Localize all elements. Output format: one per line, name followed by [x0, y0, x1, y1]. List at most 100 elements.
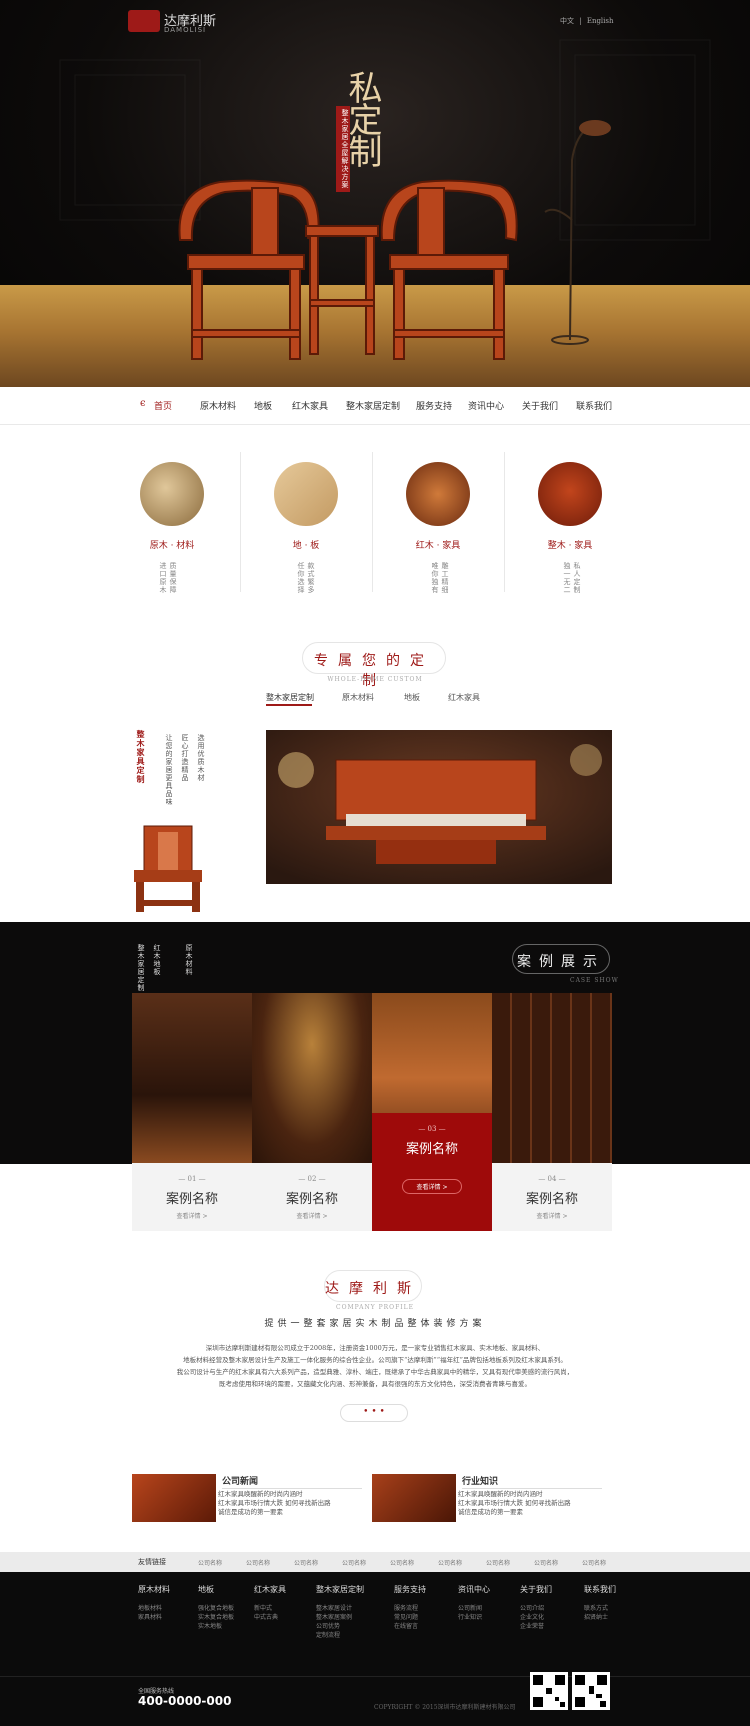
footer-col-head[interactable]: 原木材料 — [138, 1584, 170, 1595]
about-more-button[interactable]: • • • — [340, 1404, 408, 1422]
case-tab-wood[interactable]: 整木家居定制 — [136, 944, 146, 992]
case-card-1[interactable]: — 01 — 案例名称 查看详情 > — [132, 1163, 252, 1231]
news-item[interactable]: 红木家具市场行情大跌 如何寻找新出路 — [458, 1499, 571, 1508]
friend-link[interactable]: 公司名称 — [486, 1558, 510, 1567]
lang-cn-link[interactable]: 中文 — [560, 17, 574, 25]
category-title[interactable]: 原木 · 材料 — [132, 538, 212, 551]
footer-link[interactable]: 中式古典 — [254, 1613, 278, 1622]
footer-link[interactable]: 整木家居设计 — [316, 1604, 352, 1613]
footer-link[interactable]: 实木复合地板 — [198, 1613, 234, 1622]
category-image-floor[interactable] — [274, 462, 338, 526]
news-item[interactable]: 红木家具唤醒新的时尚内涵时 — [218, 1490, 331, 1499]
case-more-link[interactable]: 查看详情 > — [132, 1211, 252, 1220]
footer-link[interactable]: 行业知识 — [458, 1613, 482, 1622]
tab-wood[interactable]: 原木材料 — [342, 692, 374, 703]
nav-item-furniture[interactable]: 红木家具 — [292, 399, 328, 412]
tab-floor[interactable]: 地板 — [404, 692, 420, 703]
case-more-button[interactable]: 查看详情 > — [402, 1179, 462, 1194]
footer-col-head[interactable]: 资讯中心 — [458, 1584, 490, 1595]
category-title[interactable]: 整木 · 家具 — [530, 538, 610, 551]
nav-item-service[interactable]: 服务支持 — [416, 399, 452, 412]
friend-link[interactable]: 公司名称 — [534, 1558, 558, 1567]
case-card-3-active[interactable]: — 03 — 案例名称 查看详情 > — [372, 1113, 492, 1231]
friend-link[interactable]: 公司名称 — [342, 1558, 366, 1567]
news-item[interactable]: 红木家具市场行情大跌 如何寻找新出路 — [218, 1499, 331, 1508]
news-item[interactable]: 诚信是成功的第一要素 — [218, 1508, 331, 1517]
footer-col-head[interactable]: 整木家居定制 — [316, 1584, 364, 1595]
nav-item-home[interactable]: 首页 — [154, 399, 172, 412]
hotline-number: 400-0000-000 — [138, 1694, 232, 1708]
footer-link[interactable]: 公司优势 — [316, 1622, 352, 1631]
copyright: COPYRIGHT © 2015深圳市达摩利斯建材有限公司 — [374, 1704, 516, 1711]
tab-furniture[interactable]: 红木家具 — [448, 692, 480, 703]
lang-en-link[interactable]: English — [587, 17, 614, 25]
footer-link[interactable]: 企业荣誉 — [520, 1622, 544, 1631]
nav-item-contact[interactable]: 联系我们 — [576, 399, 612, 412]
case-title-frame: 案例展示 — [512, 944, 610, 974]
footer-link[interactable]: 家具材料 — [138, 1613, 162, 1622]
category-image-furniture[interactable] — [406, 462, 470, 526]
footer-link[interactable]: 地板材料 — [138, 1604, 162, 1613]
news-heading-company[interactable]: 公司新闻 — [222, 1474, 258, 1487]
nav-item-custom[interactable]: 整木家居定制 — [346, 399, 400, 412]
custom-side-line: 让您的家居更具品味 — [165, 734, 173, 806]
friend-link[interactable]: 公司名称 — [246, 1558, 270, 1567]
footer-col: 公司新闻 行业知识 — [458, 1604, 482, 1622]
case-photo-4[interactable] — [492, 993, 612, 1163]
footer-link[interactable]: 实木地板 — [198, 1622, 234, 1631]
news-thumb-company[interactable] — [132, 1474, 216, 1522]
footer-col-head[interactable]: 关于我们 — [520, 1584, 552, 1595]
custom-showcase-photo[interactable] — [266, 730, 612, 884]
news-thumb-industry[interactable] — [372, 1474, 456, 1522]
nav-item-news[interactable]: 资讯中心 — [468, 399, 504, 412]
custom-side-line: 匠心打造精品 — [181, 734, 189, 782]
footer-col-head[interactable]: 联系我们 — [584, 1584, 616, 1595]
hero-subtitle: 整木家居全屋解决方案 — [336, 106, 350, 192]
footer-link[interactable]: 常见问题 — [394, 1613, 418, 1622]
footer-col: 公司介绍 企业文化 企业荣誉 — [520, 1604, 544, 1631]
friend-link[interactable]: 公司名称 — [438, 1558, 462, 1567]
footer-link[interactable]: 公司新闻 — [458, 1604, 482, 1613]
case-card-2[interactable]: — 02 — 案例名称 查看详情 > — [252, 1163, 372, 1231]
category-title[interactable]: 地 · 板 — [266, 538, 346, 551]
category-desc: 唯你独有 — [431, 562, 439, 594]
category-image-wood[interactable] — [140, 462, 204, 526]
tab-custom[interactable]: 整木家居定制 — [266, 692, 314, 703]
category-title[interactable]: 红木 · 家具 — [398, 538, 478, 551]
case-card-4[interactable]: — 04 — 案例名称 查看详情 > — [492, 1163, 612, 1231]
footer-link[interactable]: 企业文化 — [520, 1613, 544, 1622]
friend-link[interactable]: 公司名称 — [582, 1558, 606, 1567]
case-more-link[interactable]: 查看详情 > — [252, 1211, 372, 1220]
footer-link[interactable]: 整木家居案例 — [316, 1613, 352, 1622]
footer-col-head[interactable]: 红木家具 — [254, 1584, 286, 1595]
category-image-custom[interactable] — [538, 462, 602, 526]
footer-link[interactable]: 招贤纳士 — [584, 1613, 608, 1622]
hero-furniture-illustration — [59, 39, 711, 360]
nav-item-floor[interactable]: 地板 — [254, 399, 272, 412]
footer-link[interactable]: 新中式 — [254, 1604, 278, 1613]
footer-link[interactable]: 定制流程 — [316, 1631, 352, 1640]
footer-link[interactable]: 服务流程 — [394, 1604, 418, 1613]
case-photo-2[interactable] — [252, 993, 372, 1163]
friend-link[interactable]: 公司名称 — [294, 1558, 318, 1567]
friend-link[interactable]: 公司名称 — [390, 1558, 414, 1567]
logo-emblem[interactable] — [128, 10, 160, 32]
footer-col-head[interactable]: 地板 — [198, 1584, 214, 1595]
nav-item-wood[interactable]: 原木材料 — [200, 399, 236, 412]
nav-item-about[interactable]: 关于我们 — [522, 399, 558, 412]
footer-col-head[interactable]: 服务支持 — [394, 1584, 426, 1595]
divider — [372, 452, 373, 592]
about-tagline: 提供一整套家居实木制品整体装修方案 — [264, 1319, 486, 1329]
case-more-link[interactable]: 查看详情 > — [492, 1211, 612, 1220]
footer-link[interactable]: 公司介绍 — [520, 1604, 544, 1613]
footer-link[interactable]: 强化复合地板 — [198, 1604, 234, 1613]
news-item[interactable]: 诚信是成功的第一要素 — [458, 1508, 571, 1517]
news-item[interactable]: 红木家具唤醒新的时尚内涵时 — [458, 1490, 571, 1499]
footer-link[interactable]: 在线留言 — [394, 1622, 418, 1631]
footer-link[interactable]: 联系方式 — [584, 1604, 608, 1613]
friend-link[interactable]: 公司名称 — [198, 1558, 222, 1567]
case-tab-floor[interactable]: 红木地板 — [152, 944, 162, 976]
case-tab-custom[interactable]: 原木材料 — [184, 944, 194, 976]
news-heading-industry[interactable]: 行业知识 — [462, 1474, 498, 1487]
case-photo-1[interactable] — [132, 993, 252, 1163]
